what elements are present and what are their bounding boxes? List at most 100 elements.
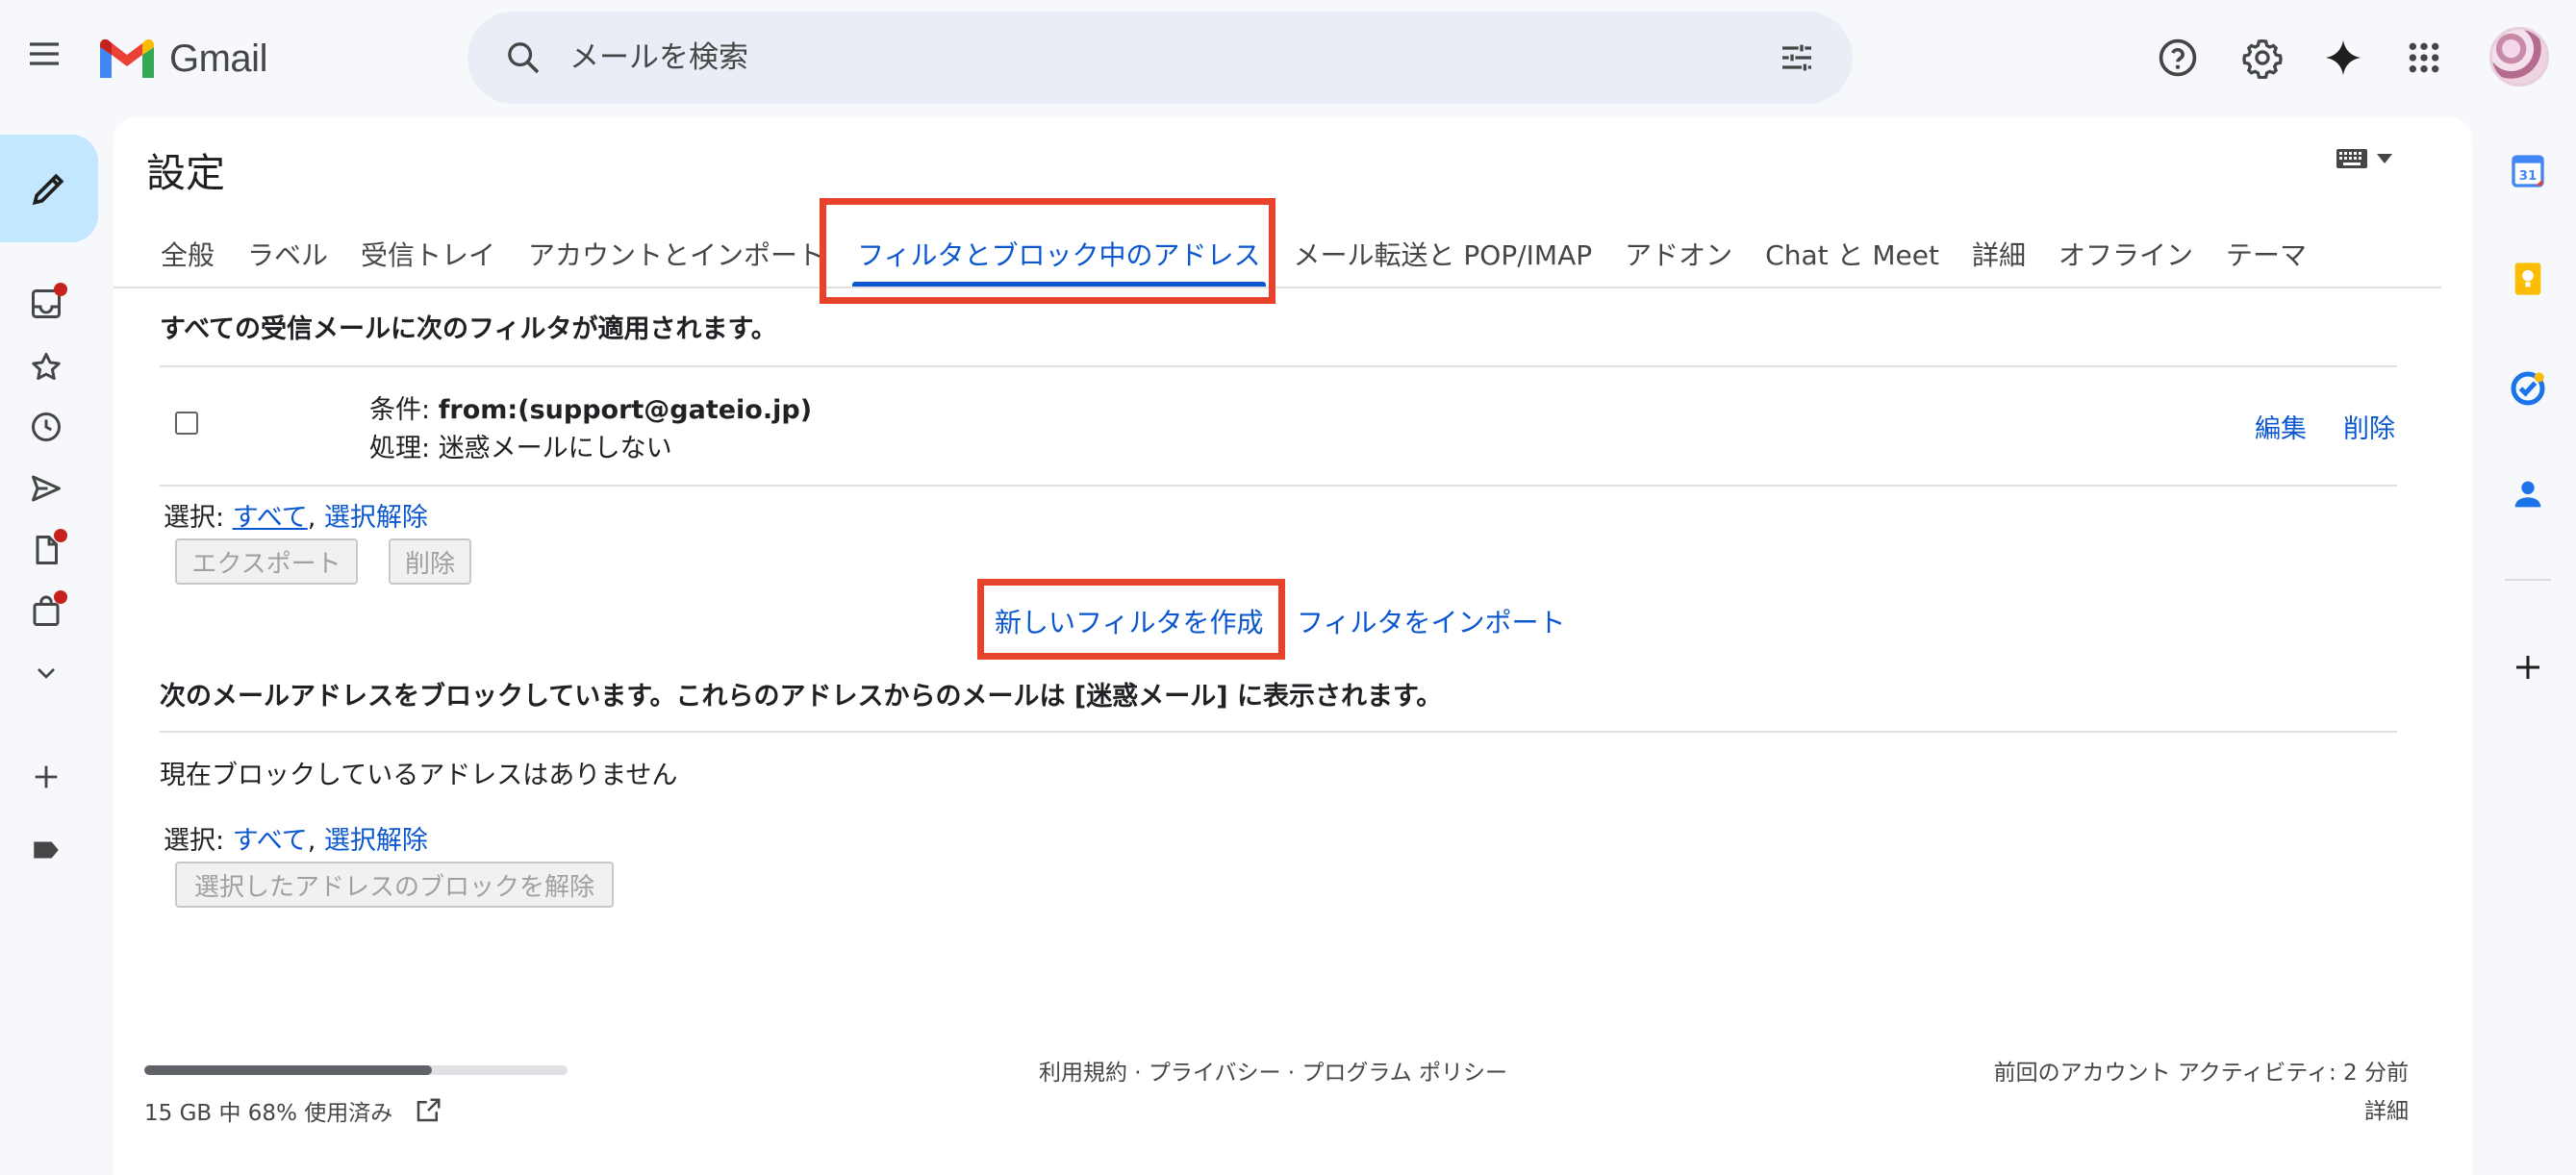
create-label-button[interactable] — [21, 752, 71, 802]
search-input[interactable] — [569, 40, 1705, 75]
tab-general[interactable]: 全般 — [146, 223, 231, 285]
notification-dot — [54, 529, 67, 542]
filter-criteria-label: 条件: — [369, 395, 439, 425]
nav-more[interactable] — [21, 648, 71, 698]
keyboard-icon — [2336, 149, 2367, 168]
blocked-select-all-link[interactable]: すべて — [233, 826, 308, 856]
gemini-button[interactable] — [2318, 33, 2368, 83]
storage-info: 15 GB 中 68% 使用済み — [144, 1094, 442, 1127]
side-divider — [2505, 579, 2551, 581]
tab-chat-meet[interactable]: Chat と Meet — [1749, 223, 1956, 285]
apps-grid-icon — [2409, 42, 2439, 73]
send-icon — [32, 475, 61, 502]
plus-icon — [35, 765, 58, 788]
filters-top-divider — [160, 365, 2397, 367]
tab-inbox[interactable]: 受信トレイ — [344, 223, 512, 285]
nav-inbox[interactable] — [21, 279, 71, 329]
select-separator: , — [307, 503, 324, 533]
storage-usage-text: 15 GB 中 68% 使用済み — [144, 1101, 393, 1126]
tab-offline[interactable]: オフライン — [2042, 223, 2210, 285]
filter-criteria: 条件: from:(support@gateio.jp) — [369, 388, 812, 426]
blocked-select-label: 選択: — [164, 826, 233, 856]
select-separator: , — [307, 826, 324, 856]
gmail-m-icon — [100, 38, 154, 78]
notification-dot — [54, 590, 67, 604]
filters-heading: すべての受信メールに次のフィルタが適用されます。 — [160, 314, 777, 344]
tune-icon — [1782, 44, 1811, 71]
search-icon — [508, 42, 540, 74]
unblock-selected-button[interactable]: 選択したアドレスのブロックを解除 — [175, 862, 614, 908]
import-filters-link[interactable]: フィルタをインポート — [1297, 602, 1565, 640]
gmail-wordmark: Gmail — [169, 37, 267, 80]
plus-icon — [2516, 656, 2539, 679]
blocked-select-none-link[interactable]: 選択解除 — [324, 826, 428, 856]
tab-addons[interactable]: アドオン — [1608, 223, 1749, 285]
tab-accounts-import[interactable]: アカウントとインポート — [512, 223, 841, 285]
blocked-empty-message: 現在ブロックしているアドレスはありません — [160, 761, 678, 790]
delete-selected-filters-button[interactable]: 削除 — [389, 538, 471, 585]
search-options-button[interactable] — [1774, 35, 1820, 81]
page-title: 設定 — [146, 150, 225, 196]
compose-button[interactable] — [0, 135, 98, 242]
filter-edit-link[interactable]: 編集 — [2255, 408, 2307, 445]
policy-links[interactable]: 利用規約 · プライバシー · プログラム ポリシー — [1039, 1054, 1507, 1087]
svg-text:31: 31 — [2519, 169, 2538, 184]
tab-advanced[interactable]: 詳細 — [1956, 223, 2042, 285]
tasks-icon — [2511, 371, 2545, 406]
manage-storage-link[interactable] — [414, 1096, 442, 1125]
input-tools-toggle[interactable] — [2336, 148, 2393, 169]
filters-bottom-divider — [160, 485, 2397, 487]
tabs-divider — [114, 287, 2441, 288]
side-tasks[interactable] — [2505, 365, 2551, 412]
clock-icon — [32, 412, 61, 441]
keep-icon — [2514, 262, 2541, 295]
blocked-divider — [160, 731, 2397, 733]
side-contacts[interactable] — [2505, 471, 2551, 517]
highlight-box-tab — [820, 198, 1275, 304]
label-icon — [34, 841, 59, 859]
filters-select-label: 選択: — [164, 503, 233, 533]
account-avatar[interactable] — [2489, 27, 2549, 87]
sparkle-icon — [2325, 39, 2361, 76]
main-menu-button[interactable] — [19, 29, 69, 79]
blocked-heading: 次のメールアドレスをブロックしています。これらのアドレスからのメールは [迷惑メ… — [160, 682, 1443, 712]
get-addons-button[interactable] — [2505, 644, 2551, 690]
search-button[interactable] — [500, 35, 546, 81]
nav-sent[interactable] — [21, 463, 71, 513]
filters-select-all-link[interactable]: すべて — [233, 503, 308, 533]
apps-button[interactable] — [2399, 33, 2449, 83]
last-activity: 前回のアカウント アクティビティ: 2 分前 — [1993, 1061, 2409, 1086]
storage-usage-fill — [144, 1065, 433, 1075]
menu-icon — [30, 42, 59, 65]
tab-labels[interactable]: ラベル — [231, 223, 344, 285]
chevron-down-icon — [38, 668, 55, 679]
side-keep[interactable] — [2505, 256, 2551, 302]
gear-icon — [2242, 38, 2283, 79]
settings-button[interactable] — [2237, 33, 2287, 83]
search-bar[interactable] — [467, 12, 1853, 104]
caret-down-icon — [2377, 154, 2392, 163]
nav-purchases[interactable] — [21, 587, 71, 637]
calendar-icon: 31 — [2512, 155, 2544, 188]
open-in-new-icon — [417, 1098, 441, 1122]
storage-usage-bar — [144, 1065, 568, 1075]
gmail-logo[interactable]: Gmail — [96, 29, 267, 88]
filters-select-none-link[interactable]: 選択解除 — [324, 503, 428, 533]
nav-snoozed[interactable] — [21, 402, 71, 452]
activity-details-link[interactable]: 詳細 — [2364, 1092, 2409, 1125]
export-button[interactable]: エクスポート — [175, 538, 358, 585]
filter-delete-link[interactable]: 削除 — [2343, 408, 2395, 445]
nav-drafts[interactable] — [21, 525, 71, 575]
nav-starred[interactable] — [21, 342, 71, 392]
filters-select-controls: 選択: すべて, 選択解除 — [164, 496, 428, 534]
star-icon — [32, 353, 61, 381]
notification-dot — [54, 283, 67, 296]
help-button[interactable] — [2153, 33, 2203, 83]
tab-forwarding-pop-imap[interactable]: メール転送と POP/IMAP — [1277, 223, 1609, 285]
filter-action-label: 処理: — [369, 434, 439, 463]
filter-row-checkbox[interactable] — [175, 412, 198, 435]
filter-action: 処理: 迷惑メールにしない — [369, 427, 672, 464]
nav-label[interactable] — [21, 825, 71, 875]
tab-themes[interactable]: テーマ — [2210, 223, 2323, 285]
side-calendar[interactable]: 31 — [2505, 148, 2551, 194]
